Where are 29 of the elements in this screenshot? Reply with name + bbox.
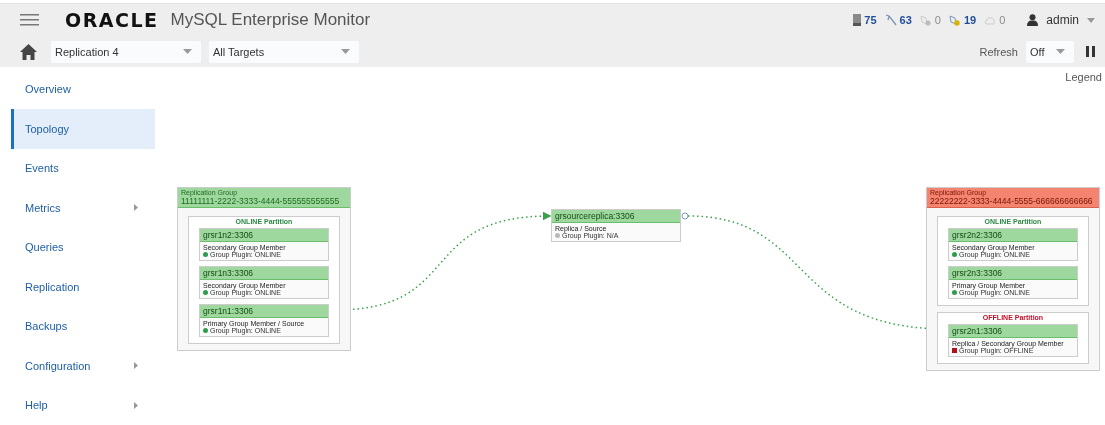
oracle-logo: ORACLE xyxy=(65,9,159,31)
nav-item[interactable]: Topology xyxy=(11,109,155,149)
group-id: 22222222-3333-4444-5555-666666666666 xyxy=(930,195,1094,206)
alert-count[interactable]: 19 xyxy=(963,14,977,26)
node-name: grsourcereplica:3306 xyxy=(552,209,680,223)
node-name: grsr2n2:3306 xyxy=(949,228,1077,242)
alert-count[interactable]: 75 xyxy=(864,14,877,26)
alert-count[interactable]: 63 xyxy=(899,14,912,26)
node-name: grsr1n1:3306 xyxy=(200,304,328,318)
target-select[interactable]: All Targets xyxy=(209,40,359,63)
node-name: grsr1n2:3306 xyxy=(200,228,328,242)
group-select[interactable]: Replication 4 xyxy=(51,40,201,63)
nav-item[interactable]: Overview xyxy=(0,69,155,109)
nav-item[interactable]: Replication xyxy=(0,267,155,307)
node-name: grsr2n3:3306 xyxy=(949,266,1077,280)
refresh-label: Refresh xyxy=(979,45,1018,58)
nav-item[interactable]: Help xyxy=(0,385,155,425)
nav-item[interactable]: Queries xyxy=(0,227,155,267)
legend-link[interactable]: Legend xyxy=(1065,70,1102,83)
nav-item[interactable]: Configuration xyxy=(0,346,155,386)
group-id: 11111111-2222-3333-4444-555555555555 xyxy=(181,195,341,206)
nav-item[interactable]: Metrics xyxy=(0,188,155,228)
node-name: grsr1n3:3306 xyxy=(200,266,328,280)
nav-item[interactable]: Backups xyxy=(0,306,155,346)
product-title: MySQL Enterprise Monitor xyxy=(170,10,371,30)
node-name: grsr2n1:3306 xyxy=(949,324,1077,338)
nav-item[interactable]: Events xyxy=(0,148,155,188)
user-menu[interactable]: admin xyxy=(1046,13,1079,27)
refresh-select[interactable]: Off xyxy=(1026,40,1074,63)
